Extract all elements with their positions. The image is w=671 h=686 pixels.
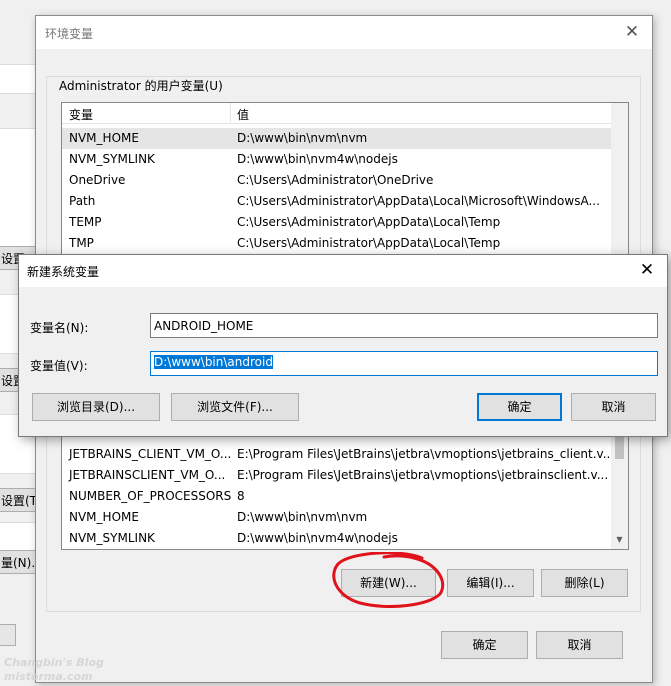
vertical-scrollbar[interactable] [611, 103, 628, 261]
selected-text: D:\www\bin\android [154, 355, 273, 369]
list-item[interactable]: NVM_SYMLINK D:\www\bin\nvm4w\nodejs [62, 528, 611, 549]
cancel-button[interactable]: 取消 [536, 631, 623, 659]
user-vars-label: Administrator 的用户变量(U) [57, 77, 225, 94]
dialog-ok-button[interactable]: 确定 [477, 393, 562, 421]
var-name-label: 变量名(N): [30, 321, 89, 335]
var-name-field[interactable] [150, 313, 658, 338]
var-value-field[interactable]: D:\www\bin\android [150, 351, 658, 376]
red-circle-annotation [332, 552, 445, 608]
title-bar: 环境变量 ✕ [36, 16, 652, 49]
dialog-cancel-button[interactable]: 取消 [571, 393, 656, 421]
background-env-button[interactable]: 量(N)... [0, 550, 36, 574]
scroll-down-icon[interactable]: ▼ [611, 533, 628, 547]
dialog-title: 新建系统变量 [27, 265, 100, 279]
delete-system-var-button[interactable]: 删除(L) [541, 569, 628, 597]
background-strip [0, 64, 40, 94]
list-item[interactable]: NVM_HOME D:\www\bin\nvm\nvm [62, 128, 611, 149]
ok-button[interactable]: 确定 [441, 631, 528, 659]
watermark-line-2: misterma.com [4, 670, 93, 683]
list-item[interactable]: JETBRAINS_CLIENT_VM_O... E:\Program Files… [62, 444, 614, 465]
list-item[interactable]: NUMBER_OF_PROCESSORS 8 [62, 486, 611, 507]
column-header-variable[interactable]: 变量 [69, 106, 93, 123]
dialog-title-bar: 新建系统变量 ✕ [19, 255, 667, 287]
var-value-label: 变量值(V): [30, 359, 88, 373]
window-title: 环境变量 [45, 27, 94, 41]
scrollbar-thumb[interactable] [615, 437, 624, 459]
watermark-line-1: Changbin's Blog [4, 656, 104, 669]
background-strip [0, 128, 40, 248]
list-item[interactable]: NVM_SYMLINK D:\www\bin\nvm4w\nodejs [62, 149, 611, 170]
background-ok-button[interactable] [0, 624, 16, 646]
new-system-var-dialog: 新建系统变量 ✕ 变量名(N): 变量值(V): D:\www\bin\andr… [18, 254, 668, 437]
column-header-value[interactable]: 值 [237, 106, 249, 123]
column-separator [230, 103, 231, 124]
background-settings-button[interactable]: 设置(T)... [0, 488, 36, 512]
list-item[interactable]: TMP C:\Users\Administrator\AppData\Local\… [62, 233, 611, 254]
list-item[interactable]: JETBRAINSCLIENT_VM_O... E:\Program Files\… [62, 465, 611, 486]
browse-directory-button[interactable]: 浏览目录(D)... [32, 393, 160, 421]
user-vars-list[interactable]: 变量 值 NVM_HOME D:\www\bin\nvm\nvm NVM_SYML… [61, 102, 629, 262]
close-icon[interactable]: ✕ [635, 258, 659, 282]
list-item[interactable]: TEMP C:\Users\Administrator\AppData\Local… [62, 212, 611, 233]
list-item[interactable]: OneDrive C:\Users\Administrator\OneDrive [62, 170, 611, 191]
list-header: 变量 值 [62, 103, 628, 124]
edit-system-var-button[interactable]: 编辑(I)... [447, 569, 534, 597]
list-item[interactable]: Path C:\Users\Administrator\AppData\Local… [62, 191, 611, 212]
list-item[interactable]: NVM_HOME D:\www\bin\nvm\nvm [62, 507, 611, 528]
browse-file-button[interactable]: 浏览文件(F)... [171, 393, 299, 421]
close-icon[interactable]: ✕ [620, 20, 644, 44]
background-strip [0, 522, 40, 552]
